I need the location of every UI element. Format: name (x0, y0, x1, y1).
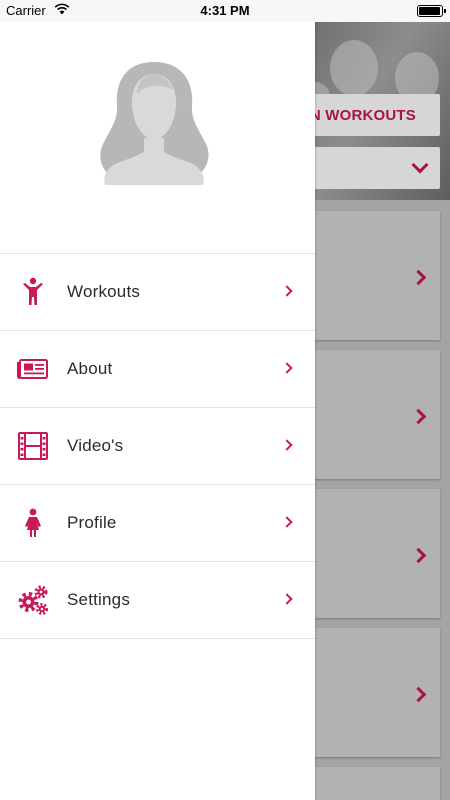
person-workout-icon (17, 276, 49, 308)
chevron-right-icon (410, 686, 427, 703)
film-icon (17, 430, 49, 462)
female-avatar-placeholder-icon[interactable] (97, 60, 212, 185)
gears-icon (17, 584, 49, 616)
menu-item-label: Workouts (67, 282, 141, 301)
status-bar: Carrier 4:31 PM (0, 0, 450, 22)
chevron-right-icon (281, 362, 293, 374)
chevron-right-icon (410, 269, 427, 286)
newspaper-icon (17, 353, 49, 385)
menu-item-about[interactable]: About (0, 331, 315, 408)
chevron-right-icon (281, 516, 293, 528)
female-person-icon (17, 507, 49, 539)
side-drawer: Workouts About Video's Profile Settings (0, 22, 315, 800)
menu-item-workouts[interactable]: Workouts (0, 254, 315, 331)
chevron-right-icon (410, 408, 427, 425)
menu-item-label: About (67, 359, 113, 378)
chevron-right-icon (281, 439, 293, 451)
chevron-right-icon (281, 593, 293, 605)
chevron-right-icon (410, 547, 427, 564)
menu-item-label: Profile (67, 513, 117, 532)
menu-item-settings[interactable]: Settings (0, 562, 315, 639)
battery-icon (417, 5, 446, 17)
drawer-menu: Workouts About Video's Profile Settings (0, 253, 315, 639)
status-time: 4:31 PM (200, 3, 250, 18)
battery-level-fill (419, 7, 440, 15)
chevron-right-icon (281, 285, 293, 297)
chevron-down-icon (411, 156, 429, 174)
menu-item-label: Settings (67, 590, 131, 609)
menu-item-profile[interactable]: Profile (0, 485, 315, 562)
menu-item-label: Video's (67, 436, 124, 455)
menu-item-videos[interactable]: Video's (0, 408, 315, 485)
section-title: N WORKOUTS (309, 107, 416, 124)
